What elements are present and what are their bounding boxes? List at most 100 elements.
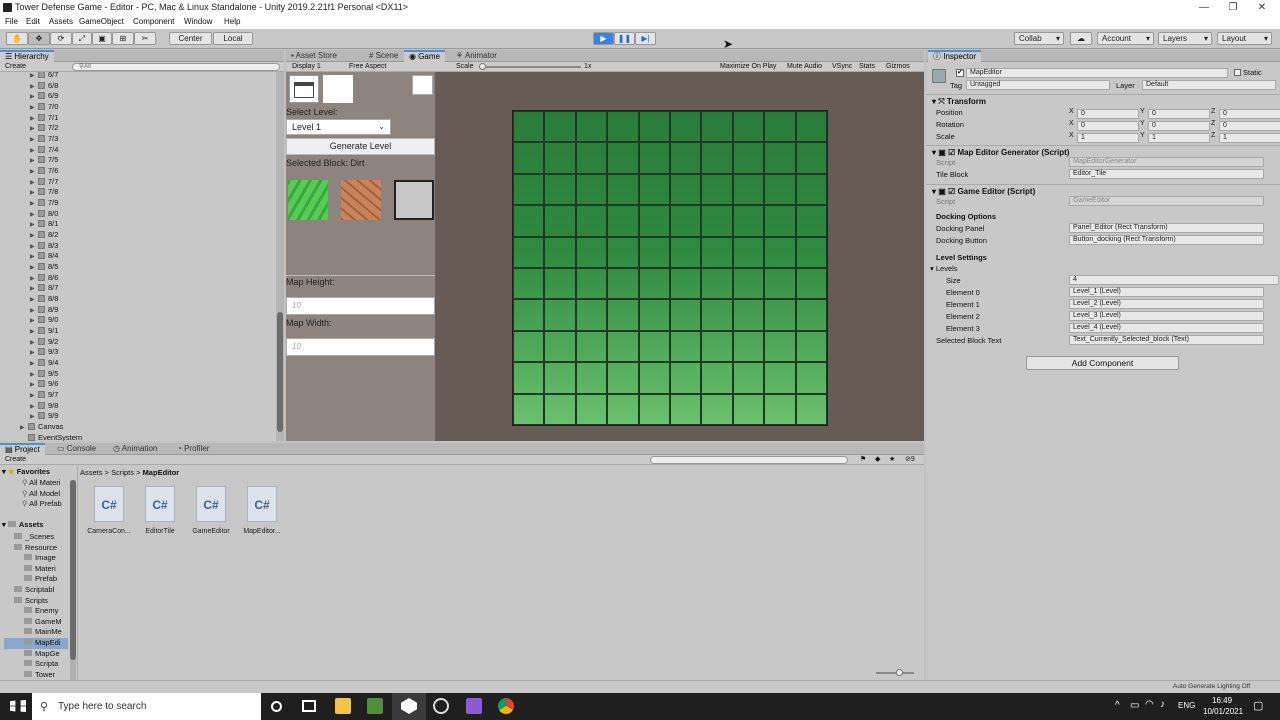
empty-block-button[interactable]: [394, 180, 434, 220]
favorite-item[interactable]: ⚲ All Materi: [4, 478, 68, 489]
close-window-button[interactable]: ✕: [1247, 0, 1277, 15]
hierarchy-item[interactable]: ▶ 8/9: [0, 305, 274, 316]
network-icon[interactable]: ▭: [1130, 700, 1139, 711]
taskbar-search-box[interactable]: ⚲ Type here to search: [32, 693, 261, 720]
hierarchy-item[interactable]: ▶ 6/7: [0, 72, 274, 81]
hierarchy-item[interactable]: ▶ 8/0: [0, 209, 274, 220]
slider-thumb[interactable]: [896, 669, 903, 676]
hierarchy-item[interactable]: ▶ 9/0: [0, 315, 274, 326]
grid-tile[interactable]: [544, 393, 576, 425]
white-square-button[interactable]: [412, 75, 433, 95]
csharp-file-icon[interactable]: C#: [247, 486, 277, 522]
grid-tile[interactable]: [732, 330, 765, 363]
grid-tile[interactable]: [701, 173, 733, 206]
grid-tile[interactable]: [764, 393, 796, 425]
file-label[interactable]: CameraCon...: [85, 528, 133, 535]
grid-tile[interactable]: [575, 330, 608, 363]
tile-block-field[interactable]: Editor_Tile: [1069, 169, 1264, 179]
hierarchy-item[interactable]: ▶ 7/6: [0, 166, 274, 177]
hierarchy-item[interactable]: ▶ 7/7: [0, 177, 274, 188]
project-folder-item[interactable]: Scriptabl: [4, 585, 68, 596]
stats-toggle[interactable]: Stats: [859, 62, 875, 72]
hierarchy-item[interactable]: ▶ 8/7: [0, 283, 274, 294]
grid-tile[interactable]: [795, 393, 827, 425]
star-icon[interactable]: ★: [889, 455, 895, 465]
grid-tile[interactable]: [764, 142, 796, 174]
breadcrumb-assets[interactable]: Assets: [80, 468, 103, 477]
notepad-plus-icon[interactable]: [367, 698, 383, 714]
grid-tile[interactable]: [544, 236, 576, 268]
add-component-button[interactable]: Add Component: [1026, 356, 1179, 370]
hierarchy-search-input[interactable]: ⚲All: [72, 63, 280, 71]
hierarchy-item[interactable]: ▶ 9/7: [0, 390, 274, 401]
lighting-status[interactable]: Auto Generate Lighting Off: [1173, 683, 1250, 690]
grid-tile[interactable]: [575, 299, 608, 331]
grid-tile[interactable]: [544, 362, 576, 394]
scrollbar-thumb[interactable]: [277, 312, 283, 432]
hierarchy-item[interactable]: ▶ 7/3: [0, 134, 274, 145]
grid-tile[interactable]: [638, 362, 670, 394]
grid-tile[interactable]: [764, 330, 796, 363]
tab-hierarchy[interactable]: ☰ Hierarchy: [0, 50, 54, 62]
project-folder-item[interactable]: MapGe: [4, 649, 68, 660]
grid-tile[interactable]: [764, 299, 796, 331]
scrollbar-thumb[interactable]: [70, 480, 76, 660]
grid-tile[interactable]: [795, 142, 827, 174]
file-label[interactable]: EditorTile: [136, 528, 184, 535]
grid-tile[interactable]: [764, 205, 796, 237]
cortana-icon[interactable]: [271, 701, 282, 712]
tab-asset-store[interactable]: ▪ Asset Store: [286, 50, 342, 62]
mute-audio-toggle[interactable]: Mute Audio: [787, 62, 822, 72]
grid-tile[interactable]: [638, 393, 670, 425]
hierarchy-create-dropdown[interactable]: Create: [5, 62, 26, 72]
docking-panel-field[interactable]: Panel_Editor (Rect Transform): [1069, 223, 1264, 233]
tab-inspector[interactable]: ⓘ Inspector: [928, 50, 982, 62]
vsync-toggle[interactable]: VSync: [832, 62, 852, 72]
hand-tool-icon[interactable]: ✋: [6, 32, 28, 45]
grid-tile[interactable]: [607, 362, 639, 394]
hierarchy-item[interactable]: ▶ 9/1: [0, 326, 274, 337]
grid-tile[interactable]: [701, 142, 733, 174]
menu-component[interactable]: Component: [133, 15, 174, 29]
menu-window[interactable]: Window: [184, 15, 212, 29]
project-folder-item[interactable]: Tower: [4, 670, 68, 681]
grid-tile[interactable]: [575, 205, 608, 237]
layout-dropdown[interactable]: Layout: [1217, 32, 1272, 45]
grid-tile[interactable]: [607, 142, 639, 174]
scale-z-field[interactable]: 1: [1219, 133, 1280, 143]
visual-studio-icon[interactable]: [466, 698, 482, 714]
docking-button-icon[interactable]: [289, 75, 319, 103]
blank-tile-button[interactable]: [323, 75, 353, 103]
wifi-icon[interactable]: ◠: [1145, 699, 1154, 710]
maximize-on-play-toggle[interactable]: Maximize On Play: [720, 62, 776, 72]
grid-tile[interactable]: [575, 362, 608, 394]
static-checkbox[interactable]: [1234, 69, 1241, 76]
grid-tile[interactable]: [670, 111, 702, 143]
selected-block-text-field[interactable]: Text_Currently_Selected_block (Text): [1069, 335, 1264, 345]
gizmos-dropdown[interactable]: Gizmos: [886, 62, 910, 72]
clock-time[interactable]: 16:49: [1212, 696, 1232, 705]
grid-tile[interactable]: [732, 142, 765, 174]
grid-tile[interactable]: [701, 330, 733, 363]
hierarchy-root-item[interactable]: ▶ Canvas: [0, 422, 274, 433]
element-field[interactable]: Level_4 (Level): [1069, 323, 1264, 333]
hierarchy-item[interactable]: ▶ 7/8: [0, 187, 274, 198]
element-field[interactable]: Level_1 (Level): [1069, 287, 1264, 297]
scale-x-field[interactable]: 1: [1077, 133, 1139, 143]
hierarchy-item[interactable]: ▶ 9/5: [0, 369, 274, 380]
project-folder-item[interactable]: Materi: [4, 564, 68, 575]
step-button[interactable]: ▶|: [635, 32, 656, 45]
size-field[interactable]: 4: [1069, 275, 1279, 285]
grid-tile[interactable]: [701, 393, 733, 425]
grid-tile[interactable]: [795, 330, 827, 363]
grid-tile[interactable]: [513, 362, 545, 394]
account-dropdown[interactable]: Account: [1097, 32, 1154, 45]
hierarchy-item[interactable]: ▶ 8/1: [0, 219, 274, 230]
grid-tile[interactable]: [638, 268, 670, 300]
tab-scene[interactable]: # Scene: [364, 50, 403, 62]
favorites-header[interactable]: ▾ ★ Favorites: [2, 467, 50, 476]
grid-tile[interactable]: [732, 173, 765, 206]
grid-tile[interactable]: [513, 111, 545, 143]
position-z-field[interactable]: 0: [1219, 109, 1280, 119]
menu-gameobject[interactable]: GameObject: [79, 15, 124, 29]
